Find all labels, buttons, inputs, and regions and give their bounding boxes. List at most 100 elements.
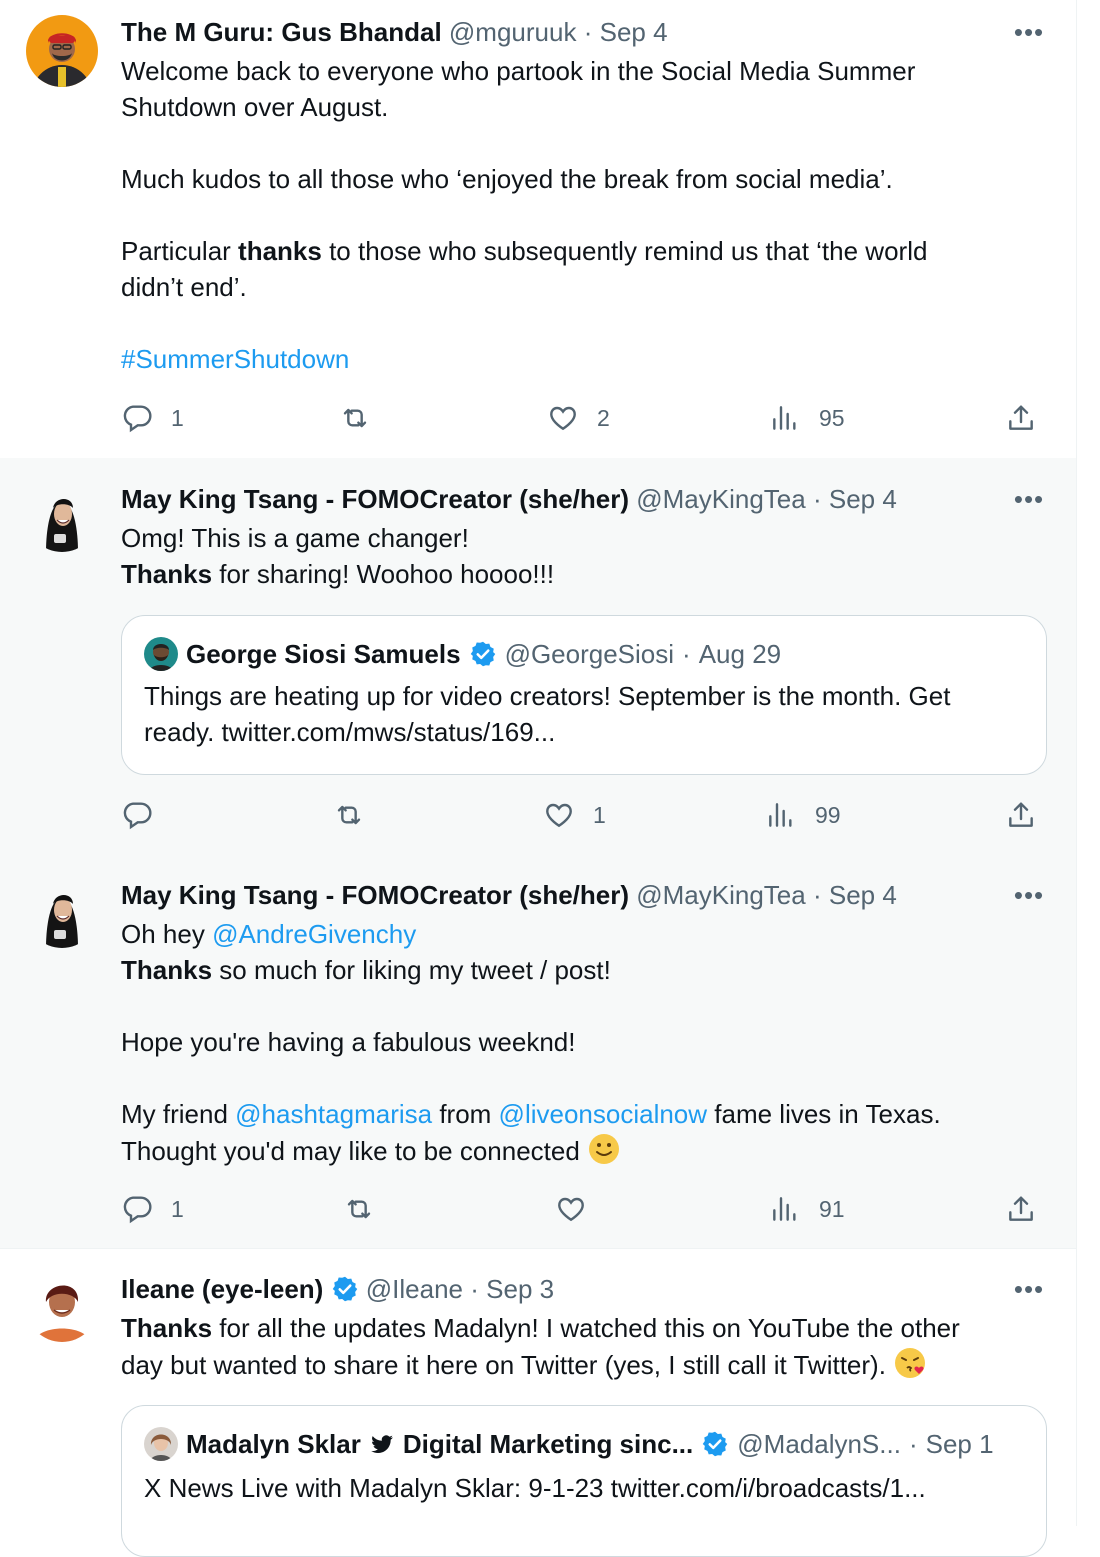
tweet-header: The M Guru: Gus Bhandal @mguruuk · Sep 4 [121, 15, 1016, 49]
tweet-date[interactable]: Sep 4 [829, 484, 897, 514]
tweet-date[interactable]: Sep 3 [486, 1274, 554, 1304]
text-segment: from [432, 1099, 499, 1129]
like-button[interactable]: 1 [543, 795, 606, 835]
reply-button[interactable]: 1 [121, 1189, 184, 1229]
separator-dot: · [908, 1429, 918, 1459]
reply-icon [121, 402, 153, 434]
reply-icon [121, 1193, 153, 1225]
avatar[interactable] [26, 876, 98, 948]
tweet-header: Ileane (eye-leen) @Ileane · Sep 3 [121, 1272, 1016, 1306]
tweet[interactable]: May King Tsang - FOMOCreator (she/her) @… [0, 458, 1076, 855]
tweet-actions: 1 91 [121, 1189, 1051, 1229]
tweet-text: Welcome back to everyone who partook in … [121, 53, 1016, 377]
tweet-header: May King Tsang - FOMOCreator (she/her) @… [121, 482, 1016, 516]
quoted-author-handle[interactable]: @GeorgeSiosi [505, 636, 674, 672]
views-button[interactable]: 95 [769, 398, 845, 438]
text-segment: Oh hey [121, 919, 213, 949]
retweet-button[interactable] [343, 1189, 393, 1229]
author-handle[interactable]: @Ileane [366, 1274, 463, 1304]
more-horizontal-icon[interactable]: ••• [1012, 1274, 1046, 1308]
views-button[interactable]: 91 [769, 1189, 845, 1229]
share-button[interactable] [1005, 398, 1037, 438]
verified-badge-icon [701, 1430, 729, 1458]
tweet-date[interactable]: Sep 4 [600, 17, 668, 47]
verified-badge-icon [469, 640, 497, 668]
mention-link[interactable]: @hashtagmarisa [235, 1099, 432, 1129]
quoted-tweet-header: Madalyn Sklar Digital Marketing sinc... … [144, 1426, 994, 1462]
author-name[interactable]: The M Guru: Gus Bhandal [121, 17, 442, 47]
hashtag-link[interactable]: #SummerShutdown [121, 344, 349, 374]
retweet-icon [339, 402, 371, 434]
separator-dot: · [682, 639, 691, 669]
like-button[interactable]: 2 [547, 398, 610, 438]
author-name[interactable]: May King Tsang - FOMOCreator (she/her) [121, 484, 629, 514]
retweet-button[interactable] [333, 795, 383, 835]
separator-dot: · [470, 1274, 479, 1304]
slightly-smiling-face-emoji [589, 1134, 620, 1164]
reply-button[interactable] [121, 795, 171, 835]
share-button[interactable] [1005, 795, 1037, 835]
tweet-text: Oh hey @AndreGivenchy Thanks so much for… [121, 916, 1016, 1169]
tweet-date[interactable]: Sep 4 [829, 880, 897, 910]
heart-icon [543, 799, 575, 831]
tweet[interactable]: Ileane (eye-leen) @Ileane · Sep 3 ••• Th… [0, 1248, 1076, 1557]
views-button[interactable]: 99 [765, 795, 841, 835]
share-icon [1005, 402, 1037, 434]
author-name[interactable]: Ileane (eye-leen) [121, 1274, 323, 1304]
quoted-tweet-date[interactable]: Aug 29 [699, 636, 781, 672]
quoted-tweet[interactable]: George Siosi Samuels @GeorgeSiosi · Aug … [121, 615, 1047, 775]
reply-icon [121, 799, 153, 831]
face-blowing-a-kiss-emoji [895, 1348, 926, 1378]
author-handle[interactable]: @MayKingTea [636, 880, 805, 910]
share-button[interactable] [1005, 1189, 1037, 1229]
quoted-avatar [144, 637, 178, 671]
bold-text: Thanks [121, 955, 213, 985]
heart-icon [555, 1193, 587, 1225]
more-horizontal-icon[interactable]: ••• [1012, 484, 1046, 518]
like-count: 2 [597, 404, 610, 431]
tweet[interactable]: The M Guru: Gus Bhandal @mguruuk · Sep 4… [0, 0, 1076, 459]
reply-button[interactable]: 1 [121, 398, 184, 438]
separator-dot: · [583, 17, 593, 47]
author-handle[interactable]: @mguruuk [449, 17, 577, 47]
quoted-tweet-date[interactable]: Sep 1 [926, 1426, 994, 1462]
avatar[interactable] [26, 480, 98, 552]
analytics-icon [769, 402, 801, 434]
heart-icon [547, 402, 579, 434]
analytics-icon [765, 799, 797, 831]
quoted-author-name[interactable]: George Siosi Samuels [186, 636, 461, 672]
tweet-header: May King Tsang - FOMOCreator (she/her) @… [121, 878, 1016, 912]
like-button[interactable] [555, 1189, 605, 1229]
tweet-actions: 1 99 [121, 795, 1051, 835]
bold-text: thanks [238, 236, 322, 266]
share-icon [1005, 1193, 1037, 1225]
author-name[interactable]: May King Tsang - FOMOCreator (she/her) [121, 880, 629, 910]
quoted-tweet-text: X News Live with Madalyn Sklar: 9-1-23 t… [144, 1473, 926, 1503]
text-segment: Omg! This is a game changer! [121, 523, 469, 553]
tweet[interactable]: May King Tsang - FOMOCreator (she/her) @… [0, 854, 1076, 1249]
analytics-icon [769, 1193, 801, 1225]
more-horizontal-icon[interactable]: ••• [1012, 17, 1046, 51]
tweet-actions: 1 2 95 [121, 398, 1051, 438]
avatar[interactable] [26, 15, 98, 87]
mention-link[interactable]: @AndreGivenchy [212, 919, 416, 949]
like-count: 1 [593, 801, 606, 828]
more-horizontal-icon[interactable]: ••• [1012, 880, 1046, 914]
avatar[interactable] [26, 1270, 98, 1342]
tweet-text: Omg! This is a game changer! Thanks for … [121, 520, 1016, 592]
separator-dot: · [812, 484, 822, 514]
quoted-author-handle[interactable]: @MadalynS... [737, 1426, 901, 1462]
retweet-icon [333, 799, 365, 831]
quoted-tweet-header: George Siosi Samuels @GeorgeSiosi · Aug … [144, 636, 781, 672]
mention-link[interactable]: @liveonsocialnow [499, 1099, 708, 1129]
view-count: 99 [815, 801, 841, 828]
quoted-tweet-text: Things are heating up for video creators… [144, 681, 951, 747]
quoted-tweet[interactable]: Madalyn Sklar Digital Marketing sinc... … [121, 1405, 1047, 1557]
retweet-button[interactable] [339, 398, 389, 438]
author-handle[interactable]: @MayKingTea [636, 484, 805, 514]
timeline: The M Guru: Gus Bhandal @mguruuk · Sep 4… [0, 0, 1077, 1557]
text-segment: Welcome back to everyone who partook in … [121, 56, 916, 266]
view-count: 95 [819, 404, 845, 431]
retweet-icon [343, 1193, 375, 1225]
quoted-author-name[interactable]: Madalyn Sklar [186, 1426, 361, 1462]
